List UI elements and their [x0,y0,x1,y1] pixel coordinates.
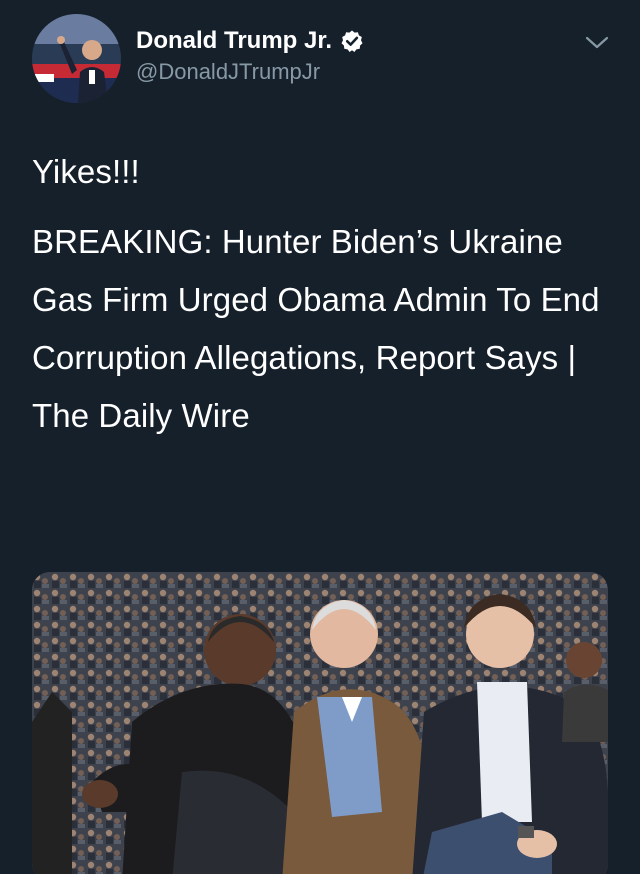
tweet-photo[interactable] [32,572,608,874]
tweet-text-headline: BREAKING: Hunter Biden’s Ukraine Gas Fir… [32,223,600,434]
chevron-down-icon[interactable] [584,34,610,52]
author-handle[interactable]: @DonaldJTrumpJr [136,59,364,85]
tweet-text-comment: Yikes!!! [32,153,140,190]
author-names: Donald Trump Jr. @DonaldJTrumpJr [136,24,364,85]
avatar[interactable] [32,14,121,103]
display-name-row: Donald Trump Jr. [136,24,364,58]
tweet: Donald Trump Jr. @DonaldJTrumpJr Yikes!!… [0,0,640,874]
photo-image [32,572,608,874]
display-name[interactable]: Donald Trump Jr. [136,27,332,55]
tweet-header: Donald Trump Jr. @DonaldJTrumpJr [32,14,620,104]
avatar-image [32,14,121,103]
verified-badge-icon [340,29,364,53]
